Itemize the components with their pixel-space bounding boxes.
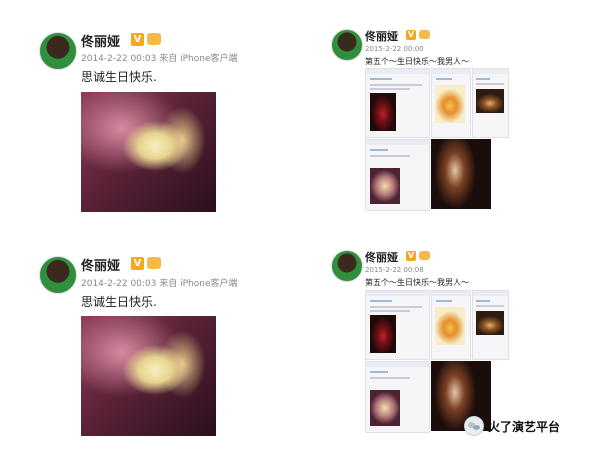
collage-tile [365, 290, 430, 360]
user-name[interactable]: 佟丽娅 [81, 31, 120, 50]
post-meta: 2014-2-22 00:03 来自 iPhone客户端 [81, 54, 238, 64]
verified-badge-icon: V [131, 33, 144, 46]
watermark-text: 火了演艺平台 [488, 419, 561, 434]
post-text: 第五个～生日快乐～我男人～ [365, 278, 469, 287]
post-text: 第五个～生日快乐～我男人～ [365, 57, 469, 66]
avatar[interactable] [331, 250, 363, 282]
post-text: 思诚生日快乐. [81, 70, 157, 84]
member-crown-icon [419, 30, 430, 39]
post-text: 思诚生日快乐. [81, 295, 157, 309]
watermark: 火了演艺平台 [464, 415, 560, 437]
post-photo-lilies[interactable] [81, 92, 216, 212]
collage-tile [472, 290, 509, 360]
sunglasses-photo [435, 85, 465, 123]
collage-tile [431, 290, 471, 360]
collage-tile [472, 68, 509, 138]
avatar[interactable] [39, 256, 77, 294]
collage-tile [365, 361, 430, 433]
verified-badge-icon: V [131, 257, 144, 270]
user-name[interactable]: 佟丽娅 [81, 255, 120, 274]
post-meta: 2014-2-22 00:03 来自 iPhone客户端 [81, 279, 238, 289]
verified-badge-icon: V [406, 30, 416, 40]
avatar[interactable] [39, 32, 77, 70]
screenshot-collage[interactable] [365, 68, 509, 214]
cake-photo [476, 89, 504, 113]
post-meta: 2015-2-22 00:08 [365, 266, 424, 274]
post-photo-lilies[interactable] [81, 316, 216, 436]
member-crown-icon [147, 257, 161, 269]
flowers-photo [370, 390, 400, 426]
verified-badge-icon: V [406, 251, 416, 261]
post-meta: 2015-2-22 00:00 [365, 45, 424, 53]
flowers-photo [370, 168, 400, 204]
collage-tile [431, 68, 471, 138]
wechat-logo-icon [464, 416, 484, 436]
user-name[interactable]: 佟丽娅 [365, 28, 398, 44]
avatar[interactable] [331, 29, 363, 61]
wine-photo [370, 315, 396, 353]
collage-tile [365, 139, 430, 211]
sunglasses-photo [435, 307, 465, 345]
cake-photo [476, 311, 504, 335]
member-crown-icon [419, 251, 430, 260]
user-name[interactable]: 佟丽娅 [365, 249, 398, 265]
toast-photo [431, 139, 491, 209]
wine-photo [370, 93, 396, 131]
member-crown-icon [147, 33, 161, 45]
collage-tile [365, 68, 430, 138]
